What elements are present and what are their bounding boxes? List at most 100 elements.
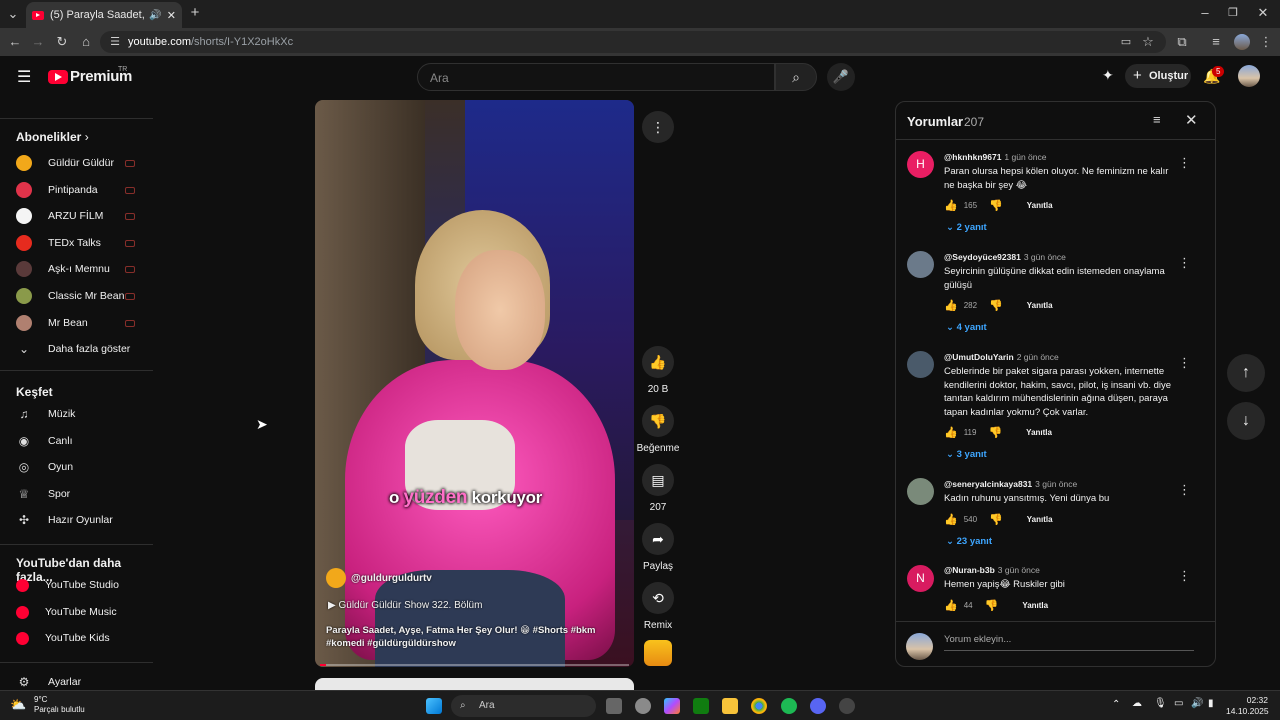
minimize-icon[interactable]: – bbox=[1196, 4, 1214, 22]
add-comment-input[interactable]: Yorum ekleyin... bbox=[944, 634, 1194, 651]
tab-search-icon[interactable]: ⌄ bbox=[4, 5, 22, 23]
reply-button[interactable]: Yanıtla bbox=[1026, 428, 1052, 437]
cast-icon[interactable]: ▭ bbox=[1117, 33, 1135, 51]
close-icon[interactable]: ✕ bbox=[1185, 111, 1198, 129]
xbox-app-icon[interactable] bbox=[693, 698, 709, 714]
commenter-avatar[interactable] bbox=[907, 478, 934, 505]
comment-menu-icon[interactable]: ⋮ bbox=[1178, 255, 1191, 271]
forward-icon[interactable]: → bbox=[29, 33, 47, 51]
thumbs-down-icon[interactable]: 👎 bbox=[989, 513, 1003, 526]
comments-button[interactable]: ▤ 207 bbox=[640, 464, 676, 513]
browser-tab-active[interactable]: (5) Parayla Saadet, Ayşe, Fa 🔊 ✕ bbox=[26, 2, 182, 28]
thumbs-down-icon[interactable]: 👎 bbox=[989, 299, 1003, 312]
sidebar-item-gaming[interactable]: ◎ Oyun bbox=[0, 454, 153, 480]
comment-author[interactable]: @seneryalcinkaya831 3 gün önce bbox=[944, 479, 1077, 489]
playlist-link[interactable]: ▶ Güldür Güldür Show 322. Bölüm bbox=[328, 600, 482, 611]
reply-button[interactable]: Yanıtla bbox=[1027, 301, 1053, 310]
sound-thumbnail[interactable] bbox=[644, 640, 672, 666]
reload-icon[interactable]: ↻ bbox=[53, 33, 71, 51]
view-replies-button[interactable]: ⌄ 3 yanıt bbox=[946, 449, 987, 460]
search-button[interactable]: ⌕ bbox=[775, 63, 817, 91]
next-short-button[interactable]: ↓ bbox=[1227, 402, 1265, 440]
profile-avatar[interactable] bbox=[1234, 34, 1250, 50]
reply-button[interactable]: Yanıtla bbox=[1022, 601, 1048, 610]
create-button[interactable]: + Oluştur bbox=[1125, 64, 1191, 88]
weather-icon[interactable]: ⛅ bbox=[10, 697, 26, 713]
sidebar-item-ask-i-memnu[interactable]: Aşk-ı Memnu bbox=[0, 256, 153, 282]
thumbs-up-icon[interactable]: 👍 bbox=[944, 299, 958, 312]
sidebar-item-youtube-studio[interactable]: YouTube Studio bbox=[0, 572, 153, 598]
sort-icon[interactable]: ≡ bbox=[1153, 112, 1161, 127]
channel-link[interactable]: @guldurguldurtv bbox=[326, 568, 432, 588]
speaker-icon[interactable]: 🔊 bbox=[149, 10, 161, 21]
reply-button[interactable]: Yanıtla bbox=[1027, 515, 1053, 524]
new-tab-icon[interactable]: + bbox=[186, 4, 204, 22]
thumbs-up-icon[interactable]: 👍 bbox=[944, 199, 958, 212]
thumbs-down-icon[interactable]: 👎 bbox=[989, 199, 1003, 212]
previous-short-button[interactable]: ↑ bbox=[1227, 354, 1265, 392]
premium-perks-icon[interactable]: ✦ bbox=[1102, 67, 1114, 84]
comment-author[interactable]: @UmutDoluYarin 2 gün önce bbox=[944, 352, 1059, 362]
mic-tray-icon[interactable]: 🎙 bbox=[1154, 698, 1167, 709]
spotify-app-icon[interactable] bbox=[781, 698, 797, 714]
bookmark-star-icon[interactable]: ☆ bbox=[1139, 33, 1157, 51]
onedrive-icon[interactable]: ☁ bbox=[1132, 698, 1142, 709]
remix-button[interactable]: ⟲ Remix bbox=[640, 582, 676, 631]
more-options-button[interactable]: ⋮ bbox=[642, 111, 674, 143]
close-window-icon[interactable]: ✕ bbox=[1254, 4, 1272, 22]
thumbs-up-icon[interactable]: 👍 bbox=[944, 513, 958, 526]
progress-bar[interactable] bbox=[320, 664, 629, 666]
comment-author[interactable]: @Seydoyüce92381 3 gün önce bbox=[944, 252, 1066, 262]
share-button[interactable]: ➦ Paylaş bbox=[640, 523, 676, 572]
site-info-icon[interactable]: ☰ bbox=[106, 33, 124, 51]
commenter-avatar[interactable]: N bbox=[907, 565, 934, 592]
sidebar-item-live[interactable]: ◉ Canlı bbox=[0, 428, 153, 454]
settings-app-icon[interactable] bbox=[635, 698, 651, 714]
view-replies-button[interactable]: ⌄ 2 yanıt bbox=[946, 222, 987, 233]
sidebar-item-guldur-guldur[interactable]: Güldür Güldür bbox=[0, 150, 153, 176]
comment-menu-icon[interactable]: ⋮ bbox=[1178, 155, 1191, 171]
sidebar-item-pintipanda[interactable]: Pintipanda bbox=[0, 177, 153, 203]
comment-menu-icon[interactable]: ⋮ bbox=[1178, 355, 1191, 371]
browser-menu-icon[interactable]: ⋮ bbox=[1257, 33, 1275, 51]
sidebar-item-music[interactable]: ♫ Müzik bbox=[0, 401, 153, 427]
copilot-icon[interactable] bbox=[664, 698, 680, 714]
windows-start-icon[interactable] bbox=[426, 698, 442, 714]
comment-menu-icon[interactable]: ⋮ bbox=[1178, 568, 1191, 584]
tab-close-icon[interactable]: ✕ bbox=[167, 9, 176, 22]
sidebar-item-playables[interactable]: ✣ Hazır Oyunlar bbox=[0, 507, 153, 533]
shorts-video-player[interactable]: o yüzden korkuyor @guldurguldurtv ▶ Güld… bbox=[315, 100, 634, 667]
home-icon[interactable]: ⌂ bbox=[77, 33, 95, 51]
sidebar-item-mr-bean[interactable]: Mr Bean bbox=[0, 310, 153, 336]
discord-app-icon[interactable] bbox=[810, 698, 826, 714]
show-more-button[interactable]: ⌄ Daha fazla göster bbox=[0, 336, 153, 362]
sidebar-item-classic-mr-bean[interactable]: Classic Mr Bean bbox=[0, 283, 153, 309]
search-input[interactable]: Ara bbox=[417, 63, 775, 91]
thumbs-down-icon[interactable]: 👎 bbox=[988, 426, 1002, 439]
taskbar-search[interactable]: ⌕ Ara bbox=[451, 695, 596, 717]
thumbs-down-icon[interactable]: 👎 bbox=[985, 599, 999, 612]
extensions-icon[interactable]: ⧉ bbox=[1173, 33, 1191, 51]
comment-menu-icon[interactable]: ⋮ bbox=[1178, 482, 1191, 498]
tray-overflow-icon[interactable]: ⌃ bbox=[1112, 699, 1120, 710]
account-avatar[interactable] bbox=[1238, 65, 1260, 87]
reply-button[interactable]: Yanıtla bbox=[1027, 201, 1053, 210]
hamburger-menu-icon[interactable]: ☰ bbox=[17, 67, 31, 87]
sidebar-item-sports[interactable]: ♕ Spor bbox=[0, 481, 153, 507]
file-explorer-icon[interactable] bbox=[722, 698, 738, 714]
video-title[interactable]: Parayla Saadet, Ayşe, Fatma Her Şey Olur… bbox=[326, 624, 626, 650]
task-view-icon[interactable] bbox=[606, 698, 622, 714]
steam-app-icon[interactable] bbox=[839, 698, 855, 714]
clock[interactable]: 02:32 14.10.2025 bbox=[1226, 695, 1269, 717]
battery-icon[interactable]: ▮ bbox=[1208, 698, 1214, 709]
volume-icon[interactable]: 🔊 bbox=[1191, 698, 1203, 709]
view-replies-button[interactable]: ⌄ 4 yanıt bbox=[946, 322, 987, 333]
commenter-avatar[interactable] bbox=[907, 251, 934, 278]
back-icon[interactable]: ← bbox=[6, 33, 24, 51]
thumbs-up-icon[interactable]: 👍 bbox=[944, 426, 958, 439]
sidebar-item-arzu-film[interactable]: ARZU FİLM bbox=[0, 203, 153, 229]
sidebar-item-youtube-kids[interactable]: YouTube Kids bbox=[0, 625, 153, 651]
like-button[interactable]: 👍 20 B bbox=[640, 346, 676, 395]
dislike-button[interactable]: 👎 Beğenme bbox=[637, 405, 679, 454]
subscriptions-heading[interactable]: Abonelikler › bbox=[16, 130, 89, 144]
